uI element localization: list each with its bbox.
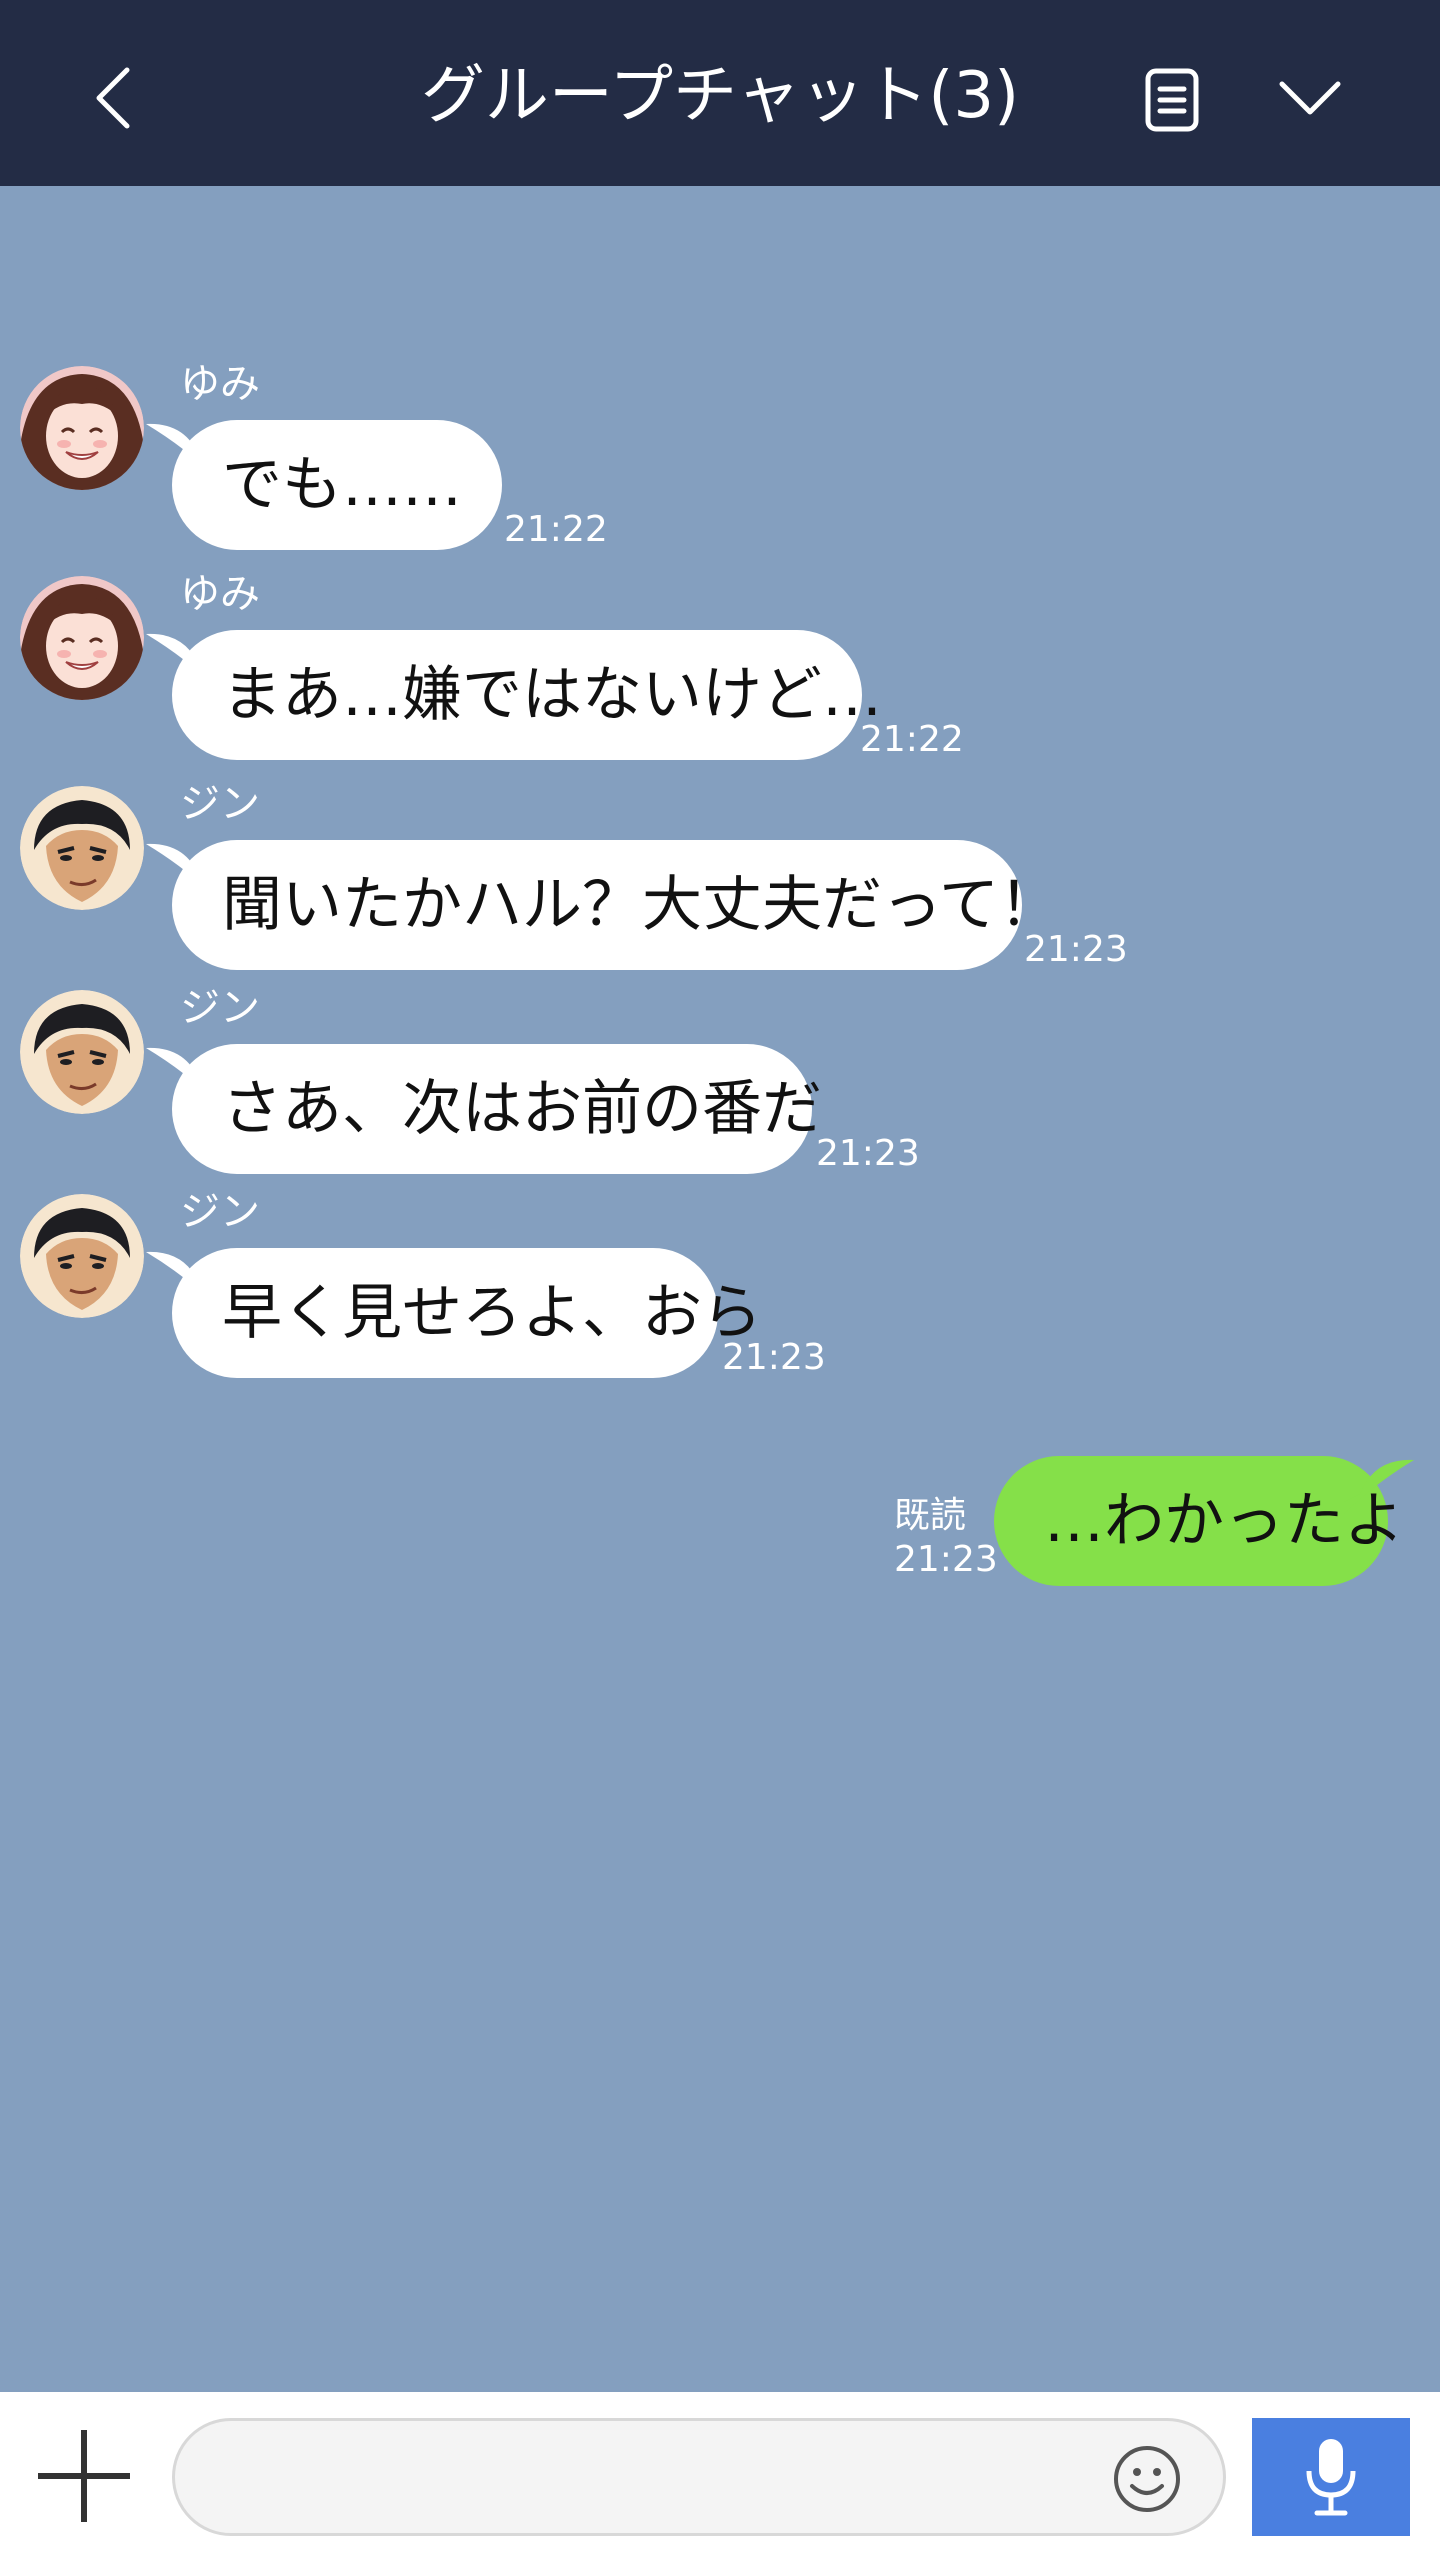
plus-icon xyxy=(38,2430,130,2522)
avatar-yumi[interactable] xyxy=(20,576,144,700)
chevron-down-icon xyxy=(1279,81,1341,115)
sender-name: ゆみ xyxy=(180,361,260,407)
sender-name: ジン xyxy=(180,1189,260,1235)
message-bubble[interactable]: 聞いたかハル？大丈夫だって！ xyxy=(146,840,1059,970)
message-time: 21:22 xyxy=(504,509,608,550)
add-button[interactable] xyxy=(34,2426,134,2526)
message-list[interactable]: ゆみ でも…… 21:22 ゆみ まあ…嫌ではないけど… 21:22 ジン 聞い… xyxy=(0,186,1440,2392)
message-text: でも…… xyxy=(222,450,462,520)
sender-name: ゆみ xyxy=(180,571,260,617)
voice-button[interactable] xyxy=(1252,2418,1410,2536)
message-bubble[interactable]: 早く見せろよ、おら xyxy=(146,1248,762,1378)
message-time: 21:22 xyxy=(860,719,964,760)
menu-button[interactable] xyxy=(1270,66,1350,130)
avatar-yumi[interactable] xyxy=(20,366,144,490)
message-bubble[interactable]: さあ、次はお前の番だ xyxy=(146,1044,822,1174)
emoji-button[interactable] xyxy=(1112,2444,1182,2514)
avatar-jin[interactable] xyxy=(20,786,144,910)
message-row: ジン 聞いたかハル？大丈夫だって！ 21:23 xyxy=(0,781,1440,986)
avatar-jin[interactable] xyxy=(20,1194,144,1318)
chat-title: グループチャット(3) xyxy=(420,59,1020,133)
message-time: 21:23 xyxy=(816,1133,920,1174)
microphone-icon xyxy=(1306,2439,1356,2516)
chat-header: グループチャット(3) xyxy=(0,0,1440,186)
my-message-row: 既読 21:23 …わかったよ xyxy=(0,1456,1440,1616)
sender-name: ジン xyxy=(180,781,260,827)
message-time: 21:23 xyxy=(894,1539,998,1580)
input-bar xyxy=(0,2392,1440,2560)
message-input[interactable] xyxy=(172,2418,1226,2536)
message-row: ゆみ でも…… 21:22 xyxy=(0,361,1440,566)
avatar-jin[interactable] xyxy=(20,990,144,1114)
sender-name: ジン xyxy=(180,985,260,1031)
message-text: 聞いたかハル？大丈夫だって！ xyxy=(222,870,1059,940)
smiley-icon xyxy=(1114,2446,1180,2512)
notes-button[interactable] xyxy=(1140,62,1204,138)
message-row: ジン さあ、次はお前の番だ 21:23 xyxy=(0,985,1440,1190)
message-text: 早く見せろよ、おら xyxy=(222,1278,762,1348)
read-receipt: 既読 xyxy=(894,1495,967,1536)
message-bubble[interactable]: でも…… xyxy=(146,420,502,550)
notes-icon xyxy=(1145,68,1199,132)
message-row: ゆみ まあ…嫌ではないけど… 21:22 xyxy=(0,571,1440,776)
my-message-bubble[interactable]: …わかったよ xyxy=(994,1456,1414,1586)
message-time: 21:23 xyxy=(722,1337,826,1378)
message-row: ジン 早く見せろよ、おら 21:23 xyxy=(0,1189,1440,1394)
message-text: さあ、次はお前の番だ xyxy=(222,1074,822,1144)
message-bubble[interactable]: まあ…嫌ではないけど… xyxy=(146,630,882,760)
message-text: まあ…嫌ではないけど… xyxy=(222,660,882,730)
message-time: 21:23 xyxy=(1024,929,1128,970)
